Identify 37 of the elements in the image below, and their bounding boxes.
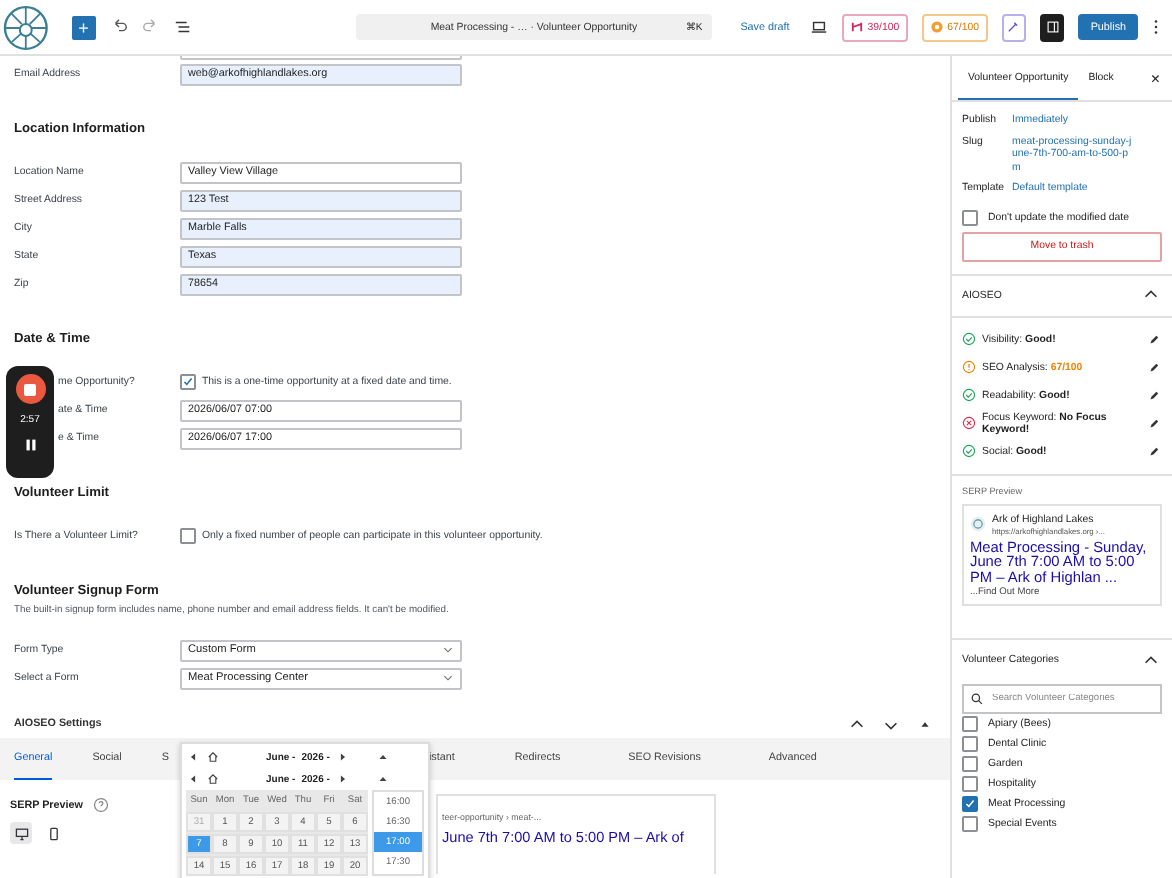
chevron-down-icon (442, 646, 454, 654)
pen-icon (1006, 20, 1021, 34)
pause-icon[interactable] (21, 436, 39, 454)
sidebar-icon (1045, 20, 1060, 34)
pencil-icon[interactable] (1148, 361, 1160, 374)
sidebar-toggle-button[interactable] (1040, 13, 1065, 41)
search-icon (970, 692, 984, 707)
chevron-down-icon (442, 674, 454, 682)
checkbox[interactable] (962, 776, 978, 793)
undo-icon[interactable] (109, 18, 128, 36)
pencil-icon[interactable] (1148, 389, 1160, 402)
pencil-icon[interactable] (1148, 445, 1160, 458)
laptop-icon[interactable] (809, 18, 828, 36)
checkbox[interactable] (962, 756, 978, 773)
home-icon[interactable] (206, 772, 220, 786)
checkbox[interactable] (962, 796, 978, 813)
chevron-up-icon[interactable] (848, 715, 866, 733)
site-icon (970, 516, 986, 533)
seo-logo-icon (849, 20, 864, 34)
add-block-button[interactable]: + (71, 15, 96, 39)
pencil-icon[interactable] (1148, 333, 1160, 346)
logo (2, 3, 50, 51)
checkbox[interactable] (962, 816, 978, 833)
ring-icon (929, 20, 944, 34)
home-icon[interactable] (206, 750, 220, 764)
checkbox[interactable] (962, 209, 978, 226)
checkbox[interactable] (180, 528, 196, 544)
list-view-icon[interactable] (173, 18, 192, 36)
desktop-icon[interactable] (10, 822, 32, 844)
checkbox[interactable] (962, 736, 978, 753)
close-button[interactable]: × (1150, 56, 1160, 100)
checkbox[interactable] (962, 716, 978, 733)
more-options-icon[interactable] (1152, 18, 1161, 36)
help-icon[interactable] (92, 796, 111, 814)
pencil-icon[interactable] (1148, 417, 1160, 430)
checkbox[interactable] (180, 374, 196, 390)
stop-button[interactable] (15, 374, 45, 404)
